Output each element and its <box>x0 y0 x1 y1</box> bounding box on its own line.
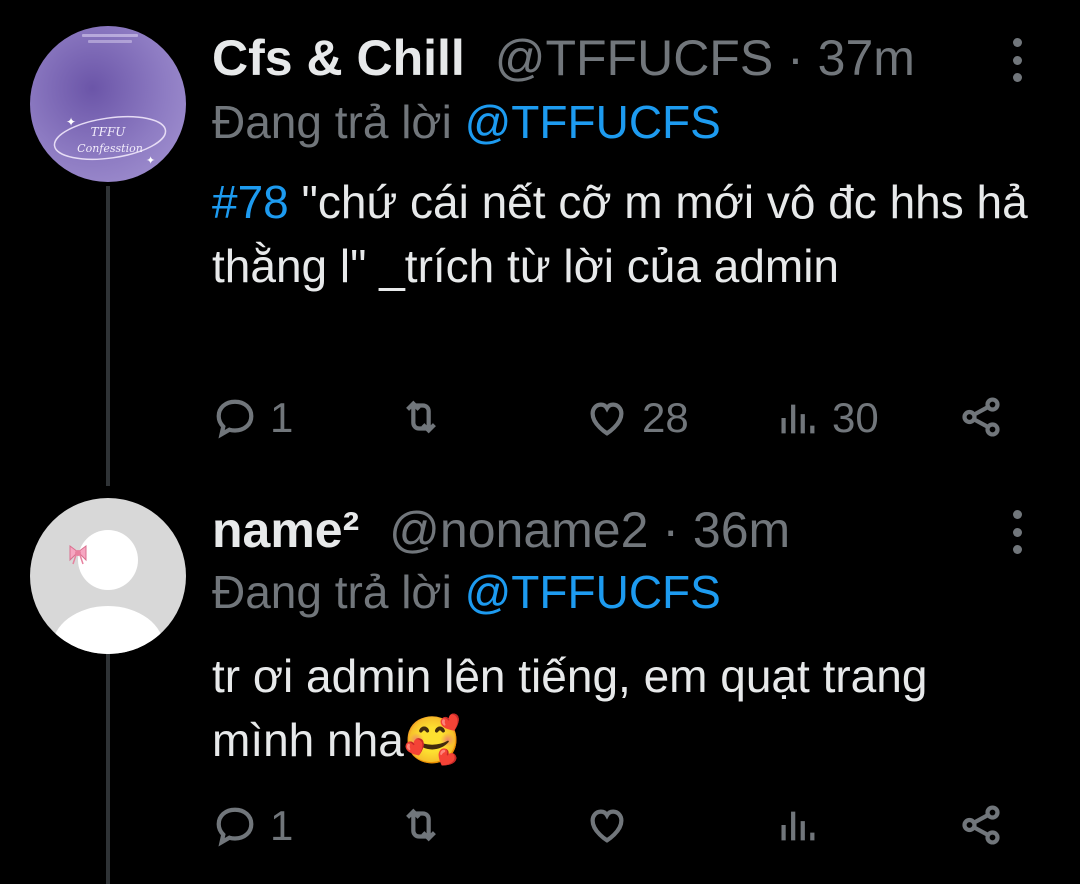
svg-text:Confesstion: Confesstion <box>77 142 143 155</box>
handle[interactable]: @TFFUCFS <box>495 30 774 86</box>
tweet-header: Cfs & Chill @TFFUCFS · 37m <box>212 28 915 88</box>
reply-icon <box>216 399 254 439</box>
timestamp[interactable]: 37m <box>818 30 915 86</box>
retweet-button[interactable] <box>398 802 456 848</box>
like-button[interactable]: 28 <box>584 394 689 442</box>
tweet-body: "chứ cái nết cỡ m mới vô đc hhs hả thằng… <box>212 176 1028 292</box>
like-icon <box>590 402 624 436</box>
like-count: 28 <box>642 394 689 441</box>
more-icon[interactable] <box>1000 510 1034 554</box>
views-icon <box>781 811 815 841</box>
share-icon <box>962 805 1000 845</box>
views-button[interactable] <box>774 802 832 848</box>
hashtag[interactable]: #78 <box>212 176 289 228</box>
reply-mention[interactable]: @TFFUCFS <box>465 96 721 148</box>
replying-to-label: Đang trả lời <box>212 96 465 148</box>
reply-button[interactable]: 1 <box>212 802 293 850</box>
avatar[interactable] <box>30 498 186 654</box>
display-name[interactable]: name² <box>212 502 359 558</box>
reply-mention[interactable]: @TFFUCFS <box>465 566 721 618</box>
avatar-logo: TFFU Confesstion ✦ ✦ <box>53 34 167 167</box>
views-icon <box>781 404 815 434</box>
separator-dot: · <box>662 502 679 558</box>
share-button[interactable] <box>958 802 1004 848</box>
display-name[interactable]: Cfs & Chill <box>212 30 465 86</box>
svg-text:TFFU: TFFU <box>91 125 127 139</box>
svg-text:✦: ✦ <box>146 155 155 167</box>
avatar[interactable]: TFFU Confesstion ✦ ✦ <box>30 26 186 182</box>
tweet[interactable]: TFFU Confesstion ✦ ✦ Cfs & Chill @TFFUCF… <box>0 0 1080 480</box>
views-button[interactable]: 30 <box>774 394 879 442</box>
retweet-button[interactable] <box>398 394 456 440</box>
emoji: 🥰 <box>403 714 462 766</box>
view-count: 30 <box>832 394 879 441</box>
handle[interactable]: @noname2 <box>389 502 648 558</box>
svg-text:✦: ✦ <box>66 115 76 129</box>
like-icon <box>590 809 624 843</box>
retweet-icon <box>406 400 436 434</box>
reply-count: 1 <box>270 394 294 441</box>
reply-count: 1 <box>270 802 294 849</box>
reply-button[interactable]: 1 <box>212 394 293 442</box>
retweet-icon <box>406 808 436 842</box>
tweet[interactable]: name² @noname2 · 36m Đang trả lời @TFFUC… <box>0 480 1080 884</box>
tweet-text: tr ơi admin lên tiếng, em quạt trang mìn… <box>212 644 932 772</box>
tweet-header: name² @noname2 · 36m <box>212 500 790 560</box>
more-icon[interactable] <box>1000 38 1034 82</box>
replying-to: Đang trả lời @TFFUCFS <box>212 92 721 152</box>
replying-to-label: Đang trả lời <box>212 566 465 618</box>
tweet-text: #78 "chứ cái nết cỡ m mới vô đc hhs hả t… <box>212 170 1032 298</box>
like-button[interactable] <box>584 802 642 848</box>
replying-to: Đang trả lời @TFFUCFS <box>212 562 721 622</box>
tweet-body: tr ơi admin lên tiếng, em quạt trang mìn… <box>212 650 928 766</box>
timestamp[interactable]: 36m <box>693 502 790 558</box>
separator-dot: · <box>787 30 804 86</box>
reply-icon <box>216 807 254 847</box>
share-icon <box>962 397 1000 437</box>
default-avatar-silhouette <box>52 530 164 654</box>
share-button[interactable] <box>958 394 1004 440</box>
